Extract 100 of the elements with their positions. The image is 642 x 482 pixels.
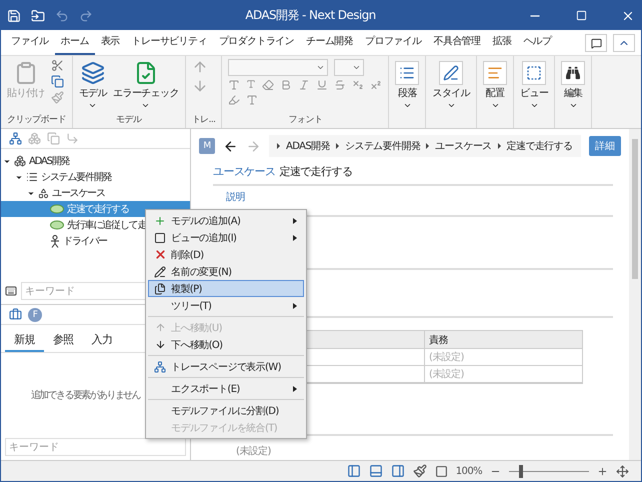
ribbon-tab[interactable]: プロファイル <box>359 30 428 55</box>
group-label: フォント <box>288 114 324 127</box>
tree-item[interactable]: ADAS開発 <box>1 153 190 169</box>
view-icon[interactable] <box>434 464 448 478</box>
ribbon-tab[interactable]: プロダクトライン <box>212 30 300 55</box>
dropdown-icon <box>316 63 326 72</box>
submenu-arrow-icon <box>293 218 297 224</box>
ribbon-button[interactable]: 段落 <box>395 59 420 112</box>
ribbon-tab[interactable]: 表示 <box>94 30 126 55</box>
ellipse-icon <box>50 204 64 214</box>
group-label: トレ... <box>192 114 216 127</box>
font-size-field[interactable] <box>334 59 364 76</box>
tree-item[interactable]: システム要件開発 <box>1 169 190 185</box>
ribbon-button[interactable]: 編集 <box>561 59 586 112</box>
bold-icon[interactable] <box>280 79 292 91</box>
tree-icon[interactable] <box>9 132 22 145</box>
submenu-arrow-icon <box>293 302 297 308</box>
ribbon-button[interactable]: ビュー <box>520 59 548 112</box>
breadcrumb-item[interactable]: 定速で走行する <box>506 139 572 153</box>
tree-item[interactable]: ユースケース <box>1 185 190 201</box>
dropdown-icon <box>352 63 362 72</box>
save-icon[interactable] <box>7 8 21 22</box>
layout-bottom-icon[interactable] <box>368 464 383 478</box>
binoculars-icon <box>561 61 586 85</box>
menu-item[interactable]: 名前の変更(N) <box>148 263 304 280</box>
table-cell: (未設定) <box>424 366 582 383</box>
field-value: (未設定) <box>236 444 272 458</box>
ribbon-tab[interactable]: チーム開発 <box>300 30 360 55</box>
maximize-icon[interactable] <box>576 10 587 21</box>
dropdown-icon <box>88 101 98 110</box>
delete-icon <box>154 248 166 261</box>
align-icon <box>483 61 508 85</box>
eraser-icon[interactable] <box>262 79 274 91</box>
copy-icon[interactable] <box>50 75 64 88</box>
dropdown-icon <box>446 101 456 110</box>
dropdown-icon <box>568 101 578 110</box>
empty-message: 追加できる要素がありません <box>30 388 140 402</box>
frame-icon <box>154 232 166 244</box>
heading-type: ユースケース <box>213 165 276 178</box>
superscript-icon[interactable] <box>370 79 382 91</box>
menu-item[interactable]: エクスポート(E) <box>148 380 304 397</box>
menu-item[interactable]: ツリー(T) <box>148 297 304 314</box>
dropdown-icon <box>141 101 150 110</box>
italic-icon[interactable] <box>298 79 310 91</box>
font-color-icon[interactable] <box>246 94 258 106</box>
redo-icon[interactable] <box>79 8 93 22</box>
palette-tab[interactable]: 入力 <box>82 329 122 352</box>
ribbon-button[interactable]: 配置 <box>483 59 508 112</box>
strikethrough-icon[interactable] <box>334 79 346 91</box>
window-title: ADAS開発 - Next Design <box>244 7 377 24</box>
submenu-arrow-icon <box>293 234 297 240</box>
dropdown-icon <box>530 101 539 110</box>
model-icon <box>14 155 26 167</box>
ellipse-icon <box>50 220 64 230</box>
layout-left-icon[interactable] <box>346 464 361 478</box>
shrink-font-icon[interactable] <box>246 79 256 89</box>
search-field[interactable]: キーワード <box>5 438 186 456</box>
brush-icon[interactable] <box>412 464 427 478</box>
ribbon-tab[interactable]: 拡張 <box>486 30 518 55</box>
menu-item[interactable]: 削除(D) <box>148 246 304 263</box>
grow-font-icon[interactable] <box>228 79 240 91</box>
heading-name: 定速で走行する <box>279 165 352 178</box>
section-label: 説明 <box>226 190 245 204</box>
ribbon-tab[interactable]: ファイル <box>5 30 55 55</box>
menu-item[interactable]: モデルファイルに分割(D) <box>148 402 304 419</box>
menu-item[interactable]: トレースページで表示(W) <box>148 358 304 375</box>
collapse-ribbon-button[interactable] <box>613 34 635 52</box>
plus-icon <box>154 214 166 226</box>
ribbon-button[interactable]: モデル <box>78 59 108 112</box>
menu-item[interactable]: ビューの追加(I) <box>148 229 304 246</box>
menu-item[interactable]: 複製(P) <box>148 280 304 297</box>
submenu-arrow-icon <box>293 386 297 392</box>
zoom-in-icon[interactable] <box>597 466 608 476</box>
menu-item[interactable]: 下へ移動(O) <box>148 336 304 353</box>
ribbon-tab[interactable]: ヘルプ <box>517 30 558 55</box>
model-badge: M <box>199 138 215 154</box>
ribbon-tab[interactable]: 不具合管理 <box>427 30 486 55</box>
subscript-icon[interactable] <box>352 79 364 91</box>
ribbon-button[interactable]: エラーチェック <box>113 59 179 112</box>
layout-right-icon[interactable] <box>390 464 405 478</box>
comment-button[interactable] <box>585 34 607 52</box>
toolbox-icon[interactable] <box>9 308 22 321</box>
palette-tab[interactable]: 新規 <box>5 329 44 352</box>
back-icon[interactable] <box>223 138 238 154</box>
move-icon[interactable] <box>616 464 629 478</box>
details-button[interactable]: 詳細 <box>589 136 621 156</box>
breadcrumb-item[interactable]: ADAS開発 <box>286 139 330 153</box>
undo-icon[interactable] <box>55 8 69 22</box>
ribbon-button[interactable]: スタイル <box>432 59 470 112</box>
ribbon-tab[interactable]: トレーサビリティ <box>126 30 213 55</box>
table-cell: (未設定) <box>424 349 582 366</box>
breadcrumb-item[interactable]: ユースケース <box>435 139 492 153</box>
cut-icon[interactable] <box>50 59 64 72</box>
dropdown-icon <box>490 101 500 110</box>
highlight-icon[interactable] <box>228 94 240 106</box>
breadcrumb-item[interactable]: システム要件開発 <box>344 139 420 153</box>
font-name-field[interactable] <box>228 59 328 76</box>
palette-tab[interactable]: 参照 <box>44 329 83 352</box>
stick-figure-icon <box>50 234 60 248</box>
underline-icon[interactable] <box>316 79 328 91</box>
